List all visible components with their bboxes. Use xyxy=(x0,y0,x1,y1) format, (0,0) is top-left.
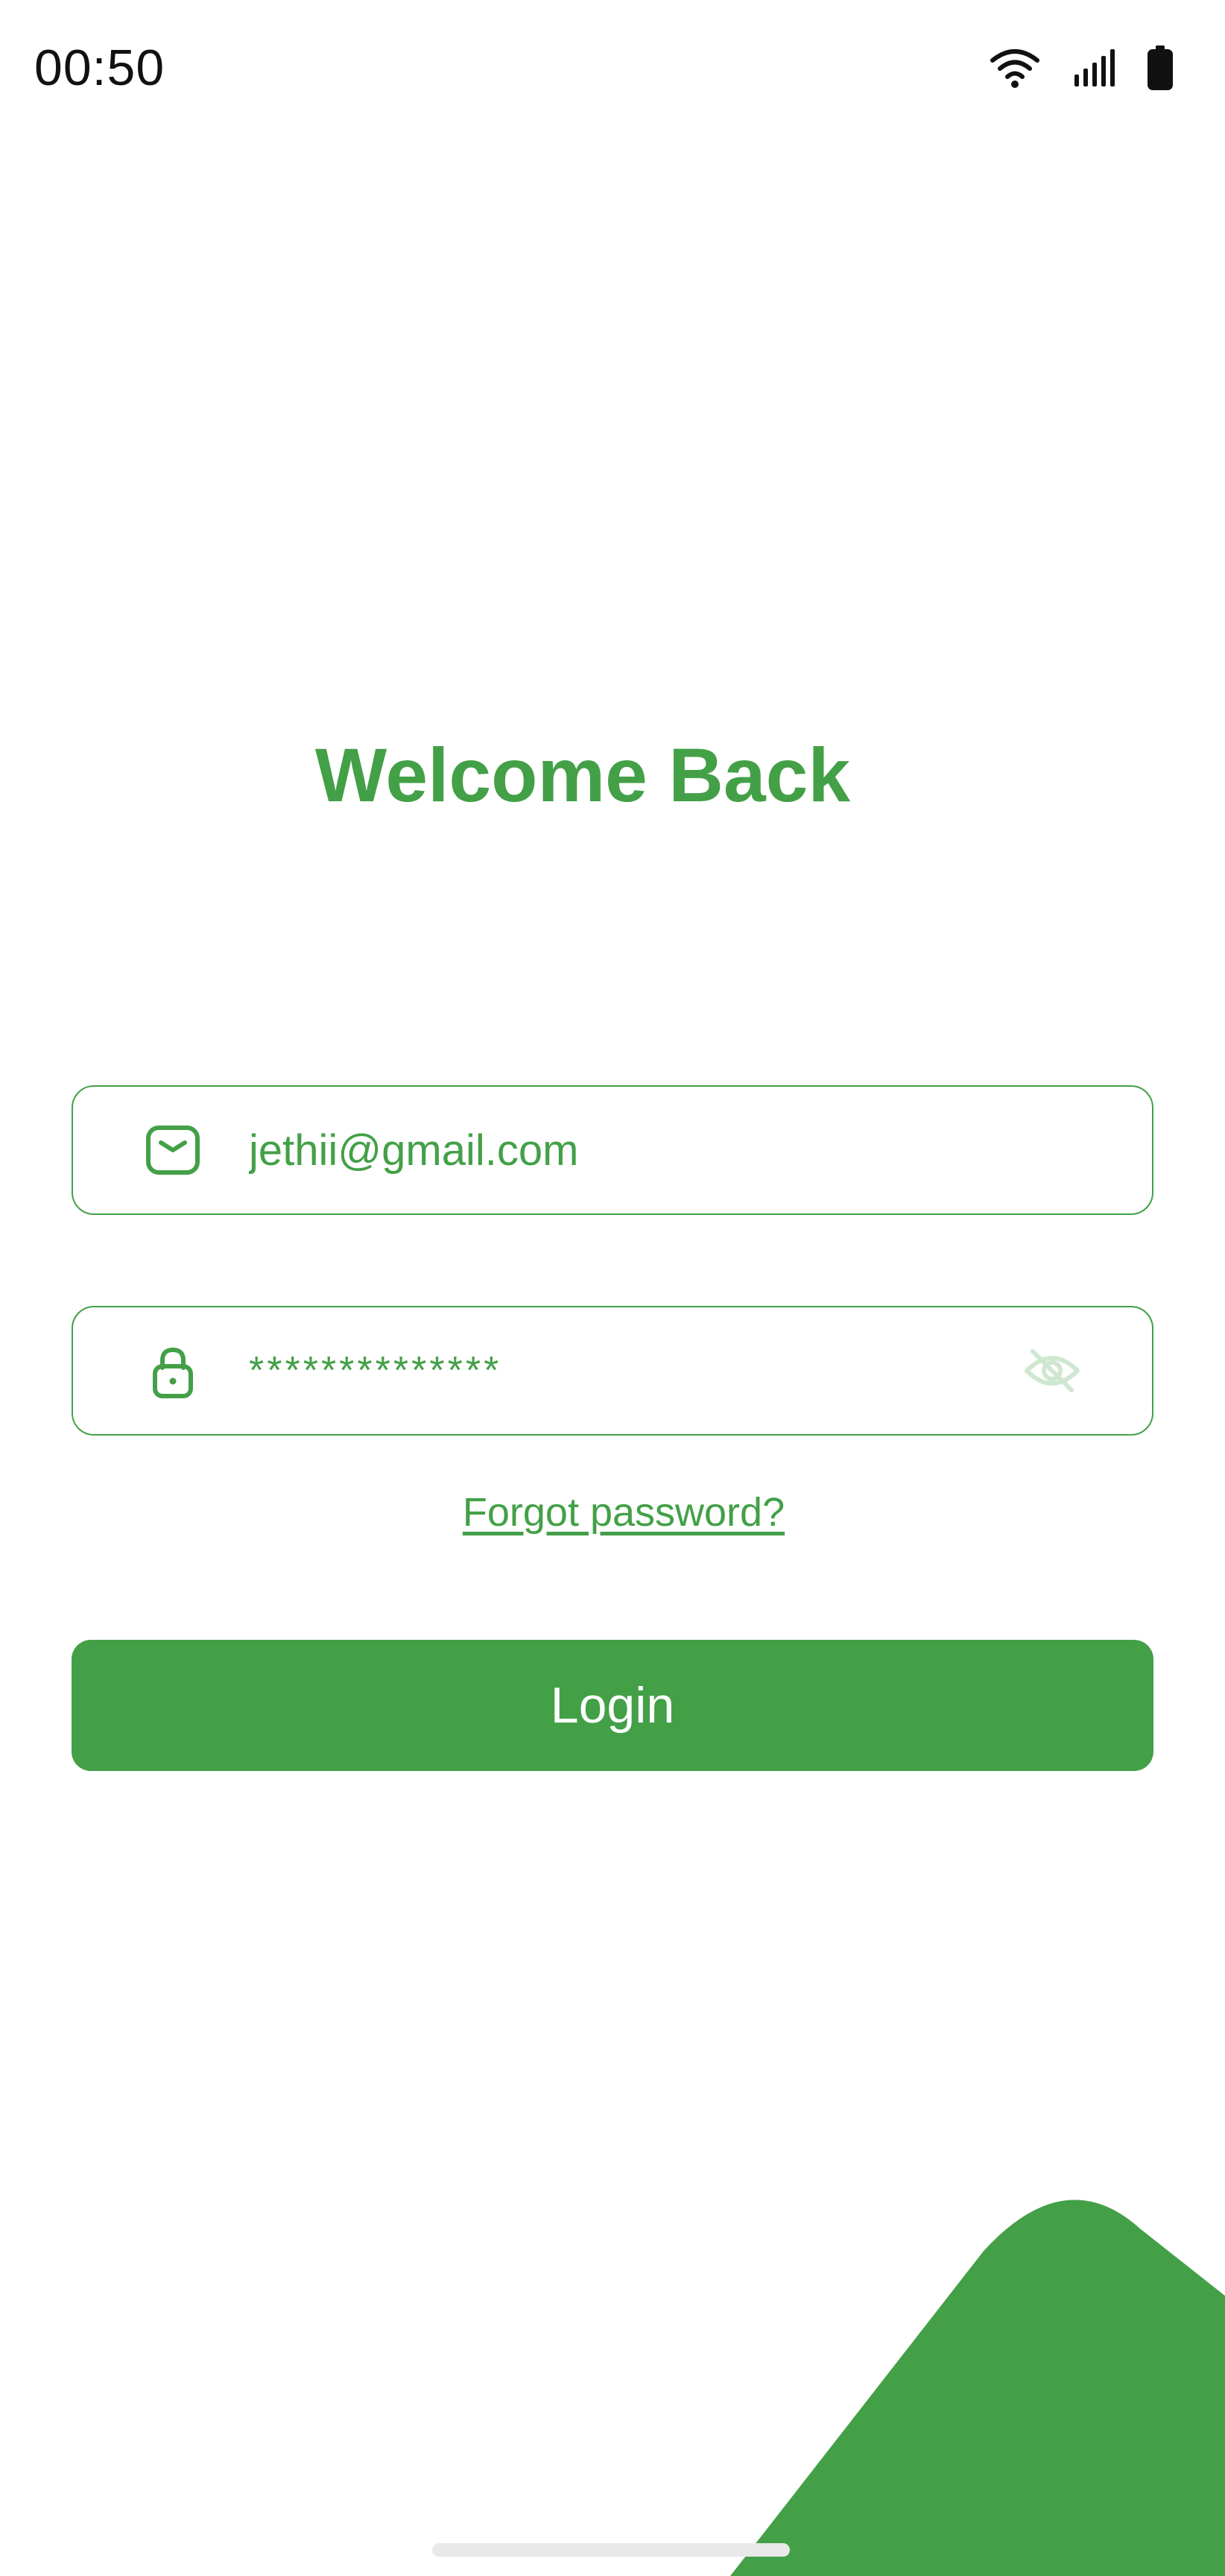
home-indicator[interactable] xyxy=(432,2543,790,2557)
status-time: 00:50 xyxy=(34,40,165,96)
wifi-icon xyxy=(990,47,1040,89)
mail-icon xyxy=(145,1122,201,1178)
battery-icon xyxy=(1148,45,1173,90)
password-input[interactable]: ************** xyxy=(249,1307,501,1434)
email-field[interactable] xyxy=(72,1085,1153,1215)
forgot-password-link[interactable]: Forgot password? xyxy=(0,1489,1225,1535)
password-field[interactable]: ************** xyxy=(72,1306,1153,1436)
signal-icon xyxy=(1073,49,1115,86)
page-title: Welcome Back xyxy=(314,733,851,818)
decorative-corner-shape xyxy=(730,2200,1225,2576)
status-bar: 00:50 xyxy=(0,0,1225,134)
login-button[interactable]: Login xyxy=(72,1640,1153,1771)
email-input[interactable] xyxy=(249,1087,994,1213)
status-icons xyxy=(990,42,1173,94)
lock-icon xyxy=(145,1342,201,1399)
eye-off-icon[interactable] xyxy=(1022,1341,1082,1401)
